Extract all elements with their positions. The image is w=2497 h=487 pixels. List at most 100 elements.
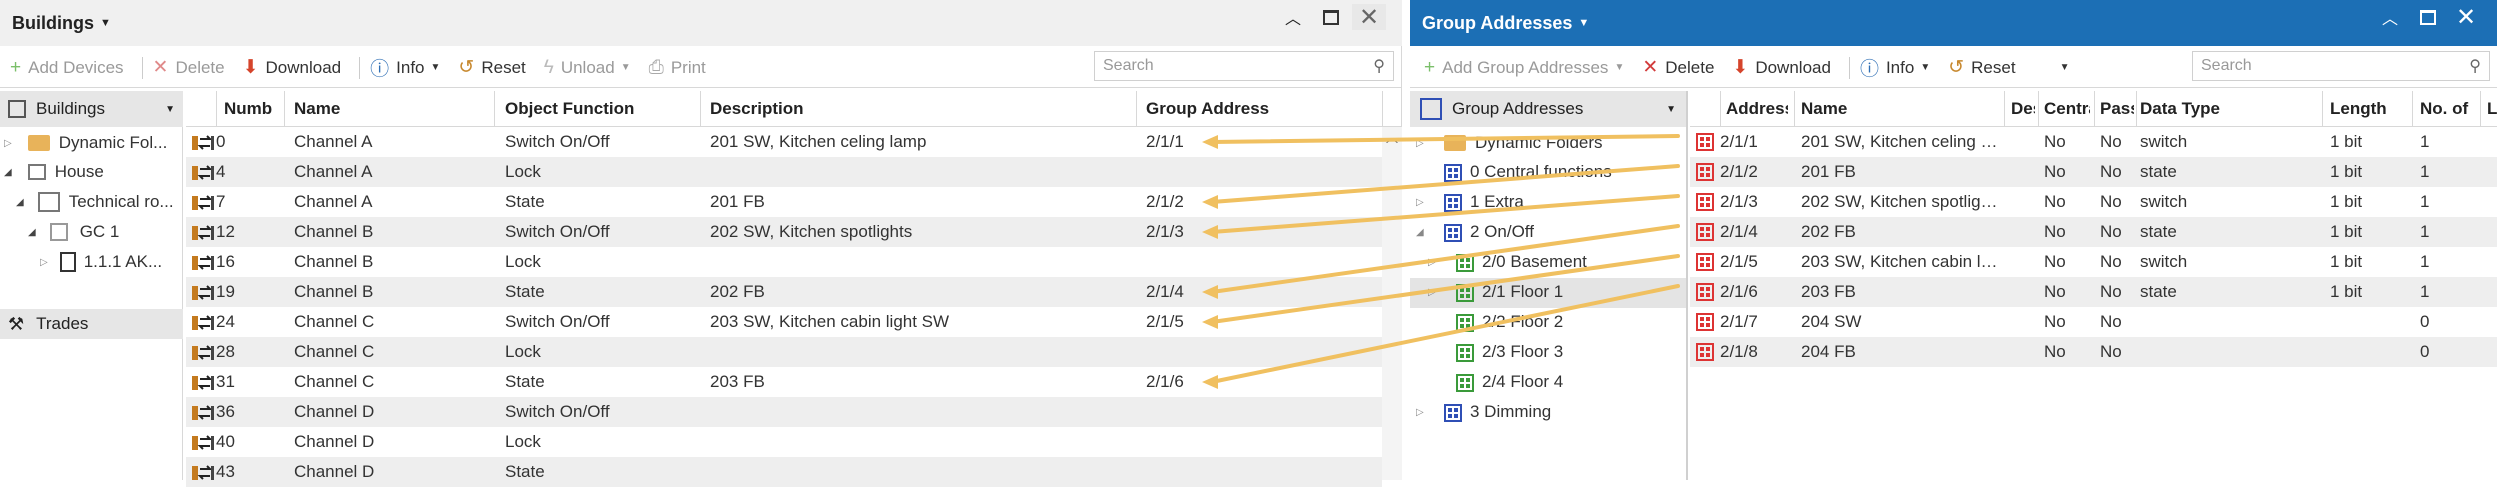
minimize-button[interactable]: ︿ xyxy=(2373,4,2407,30)
tree-item-ga[interactable]: ▷ Dynamic Folders xyxy=(1416,133,1603,153)
cell-object-function: Switch On/Off xyxy=(505,222,610,241)
tree-item-ga[interactable]: 0 Central functions xyxy=(1416,162,1612,182)
printer-icon: ⎙ xyxy=(648,56,664,78)
column-header-description[interactable]: Description xyxy=(710,99,804,119)
table-row[interactable]: 43 Channel D State xyxy=(186,457,1382,487)
search-input[interactable]: Search ⚲ xyxy=(2192,51,2490,81)
grid-icon xyxy=(1420,98,1442,120)
toolbar-separator xyxy=(359,56,361,79)
cell-length: 1 bit xyxy=(2330,252,2363,271)
column-header-pass[interactable]: Pass xyxy=(2100,99,2134,119)
tree-item-gc1[interactable]: ◢ GC 1 xyxy=(28,222,119,242)
tree-item-ga[interactable]: ◢ 2 On/Off xyxy=(1416,222,1534,242)
group-address-icon xyxy=(1456,343,1474,362)
window-title[interactable]: Buildings xyxy=(12,13,94,34)
cell-name: 201 SW, Kitchen celing la... xyxy=(1801,132,2001,151)
tree-item-ga[interactable]: ▷ 2/1 Floor 1 xyxy=(1428,282,1563,302)
table-row[interactable]: 28 Channel C Lock xyxy=(186,337,1382,367)
delete-button[interactable]: ✕ Delete xyxy=(153,56,225,79)
cell-number: 43 xyxy=(216,462,235,481)
column-header-name[interactable]: Name xyxy=(294,99,340,119)
cell-group-address xyxy=(1146,157,1376,187)
table-row[interactable]: 2/1/4 202 FB No No state 1 bit 1 xyxy=(1690,217,2497,247)
column-header-name[interactable]: Name xyxy=(1801,99,1847,119)
table-row[interactable]: 2/1/1 201 SW, Kitchen celing la... No No swi… xyxy=(1690,127,2497,157)
tree-item-ga[interactable]: ▷ 2/0 Basement xyxy=(1428,252,1587,272)
tree-item-ga[interactable]: 2/4 Floor 4 xyxy=(1428,372,1563,392)
add-group-addresses-button[interactable]: + Add Group Addresses ▼ xyxy=(1424,57,1624,79)
table-row[interactable]: 0 Channel A Switch On/Off 201 SW, Kitchen c… xyxy=(186,127,1382,157)
table-body: 2/1/1 201 SW, Kitchen celing la... No No swi… xyxy=(1690,127,2497,480)
expand-icon: ▷ xyxy=(1428,256,1436,268)
maximize-button[interactable] xyxy=(2411,4,2445,30)
column-header-group-address[interactable]: Group Address xyxy=(1146,99,1269,119)
collapse-icon: ◢ xyxy=(16,196,24,208)
trades-header[interactable]: ⚒ Trades xyxy=(0,309,183,339)
column-header-length[interactable]: Length xyxy=(2330,99,2387,119)
delete-button[interactable]: ✕ Delete xyxy=(1642,56,1714,79)
tree-item-house[interactable]: ◢ House xyxy=(4,162,104,182)
tree-item-dynamic-folders[interactable]: ▷ Dynamic Fol... xyxy=(4,133,167,153)
table-row[interactable]: 19 Channel B State 202 FB 2/1/4 xyxy=(186,277,1382,307)
table-row[interactable]: 40 Channel D Lock xyxy=(186,427,1382,457)
download-button[interactable]: ⬇ Download xyxy=(1732,56,1831,79)
cell-central: No xyxy=(2044,252,2066,271)
reset-button[interactable]: ↺ Reset xyxy=(458,56,525,79)
table-row[interactable]: 2/1/3 202 SW, Kitchen spotlights No No switc… xyxy=(1690,187,2497,217)
cell-number: 36 xyxy=(216,402,235,421)
info-button[interactable]: ⓘ Info ▼ xyxy=(1860,54,1930,81)
table-row[interactable]: 2/1/6 203 FB No No state 1 bit 1 xyxy=(1690,277,2497,307)
add-devices-button[interactable]: + Add Devices xyxy=(10,57,124,79)
tree-item-ga[interactable]: ▷ 3 Dimming xyxy=(1416,402,1551,422)
minimize-button[interactable]: ︿ xyxy=(1276,4,1310,30)
tree-item-label: 2/2 Floor 2 xyxy=(1482,312,1564,331)
chevron-up-icon[interactable]: ︿ xyxy=(1386,129,1398,146)
column-header-address[interactable]: Address xyxy=(1726,99,1788,119)
chevron-down-icon[interactable]: ▼ xyxy=(100,17,111,29)
more-dropdown[interactable]: ▼ xyxy=(2054,62,2070,73)
column-header-number[interactable]: Number xyxy=(224,99,272,119)
close-button[interactable]: ✕ xyxy=(1352,4,1386,31)
table-row[interactable]: 2/1/2 201 FB No No state 1 bit 1 xyxy=(1690,157,2497,187)
table-row[interactable]: 12 Channel B Switch On/Off 202 SW, Kitchen … xyxy=(186,217,1382,247)
cell-object-function: Lock xyxy=(505,162,541,181)
print-button[interactable]: ⎙ Print xyxy=(649,57,706,79)
search-input[interactable]: Search ⚲ xyxy=(1094,51,1394,81)
tree-item-ga[interactable]: ▷ 1 Extra xyxy=(1416,192,1524,212)
download-button[interactable]: ⬇ Download xyxy=(243,56,342,79)
unload-button[interactable]: ϟ Unload ▼ xyxy=(544,57,631,79)
scrollbar[interactable]: ︿ xyxy=(1382,127,1402,480)
close-button[interactable]: ✕ xyxy=(2449,4,2483,31)
reset-button[interactable]: ↺ Reset xyxy=(1948,56,2015,79)
tree-header[interactable]: Buildings ▼ xyxy=(0,91,183,127)
table-row[interactable]: 2/1/7 204 SW No No 0 xyxy=(1690,307,2497,337)
table-row[interactable]: 4 Channel A Lock xyxy=(186,157,1382,187)
tree-item-technical-room[interactable]: ◢ Technical ro... xyxy=(16,192,174,212)
window-title[interactable]: Group Addresses xyxy=(1422,13,1572,34)
table-row[interactable]: 36 Channel D Switch On/Off xyxy=(186,397,1382,427)
table-row[interactable]: 2/1/5 203 SW, Kitchen cabin lig... No No swi… xyxy=(1690,247,2497,277)
column-header-data-type[interactable]: Data Type xyxy=(2140,99,2220,119)
column-header-no-of[interactable]: No. of xyxy=(2420,99,2476,119)
column-header-l[interactable]: L xyxy=(2487,99,2497,119)
table-row[interactable]: 24 Channel C Switch On/Off 203 SW, Kitchen … xyxy=(186,307,1382,337)
table-row[interactable]: 31 Channel C State 203 FB 2/1/6 xyxy=(186,367,1382,397)
maximize-button[interactable] xyxy=(1314,4,1348,30)
column-header-object-function[interactable]: Object Function xyxy=(505,99,634,119)
column-header-central[interactable]: Central xyxy=(2044,99,2090,119)
group-address-icon xyxy=(1696,163,1714,186)
tree-item-device[interactable]: ▷ 1.1.1 AK... xyxy=(40,252,162,272)
tree-item-ga[interactable]: 2/2 Floor 2 xyxy=(1428,312,1563,332)
cell-description: 203 FB xyxy=(710,372,765,391)
group-address-icon xyxy=(1696,283,1714,306)
tree-item-ga[interactable]: 2/3 Floor 3 xyxy=(1428,342,1563,362)
tree-header[interactable]: Group Addresses ▼ xyxy=(1410,91,1686,127)
chevron-down-icon[interactable]: ▼ xyxy=(1578,17,1589,29)
table-row[interactable]: 2/1/8 204 FB No No 0 xyxy=(1690,337,2497,367)
table-row[interactable]: 16 Channel B Lock xyxy=(186,247,1382,277)
group-addresses-table: Address Name Des Central Pass Data Type … xyxy=(1690,91,2497,480)
column-header-des[interactable]: Des xyxy=(2011,99,2035,119)
info-button[interactable]: ⓘ Info ▼ xyxy=(370,54,440,81)
cell-description xyxy=(710,457,1130,487)
table-row[interactable]: 7 Channel A State 201 FB 2/1/2 xyxy=(186,187,1382,217)
